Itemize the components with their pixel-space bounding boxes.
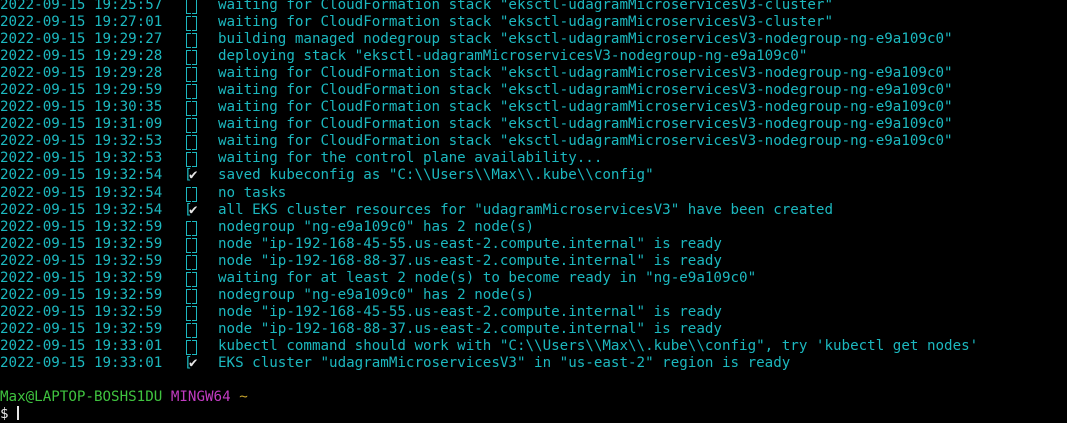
log-timestamp: 2022-09-15 19:32:59 [0, 235, 163, 252]
log-message: nodegroup "ng-e9a109c0" has 2 node(s) [218, 286, 535, 303]
log-timestamp: 2022-09-15 19:32:59 [0, 269, 163, 286]
log-message: waiting for at least 2 node(s) to become… [218, 269, 757, 286]
log-line: 2022-09-15 19:33:01 ✔ EKS cluster "udagram… [0, 355, 1067, 372]
info-icon [184, 322, 202, 338]
info-icon [184, 339, 202, 355]
log-timestamp: 2022-09-15 19:32:59 [0, 303, 163, 320]
log-timestamp: 2022-09-15 19:31:09 [0, 116, 163, 133]
terminal-window[interactable]: 2022-09-15 19:25:57 waiting for CloudForm… [0, 0, 1067, 423]
log-message: waiting for CloudFormation stack "eksctl… [218, 99, 953, 116]
log-message: no tasks [218, 184, 287, 201]
log-message: node "ip-192-168-45-55.us-east-2.compute… [218, 303, 722, 320]
log-line: 2022-09-15 19:32:59 nodegroup "ng-e9a109c… [0, 219, 1067, 236]
log-message: node "ip-192-168-45-55.us-east-2.compute… [218, 235, 722, 252]
log-timestamp: 2022-09-15 19:32:53 [0, 150, 163, 167]
prompt-user-host: Max@LAPTOP-BOSHS1DU [0, 389, 163, 406]
log-message: waiting for CloudFormation stack "eksctl… [218, 14, 833, 31]
log-timestamp: 2022-09-15 19:29:28 [0, 48, 163, 65]
log-timestamp: 2022-09-15 19:32:59 [0, 252, 163, 269]
log-timestamp: 2022-09-15 19:29:27 [0, 31, 163, 48]
info-icon [184, 305, 202, 321]
prompt-header: Max@LAPTOP-BOSHS1DU MINGW64 ~ [0, 389, 1067, 406]
info-icon [184, 16, 202, 32]
log-line: 2022-09-15 19:32:59 node "ip-192-168-45-5… [0, 304, 1067, 321]
prompt-system: MINGW64 [170, 389, 231, 406]
info-icon [184, 50, 202, 66]
log-message: waiting for the control plane availabili… [218, 150, 603, 167]
log-message: node "ip-192-168-88-37.us-east-2.compute… [218, 320, 722, 337]
log-timestamp: 2022-09-15 19:32:54 [0, 201, 163, 218]
log-line: 2022-09-15 19:32:59 node "ip-192-168-45-5… [0, 236, 1067, 253]
terminal-output: 2022-09-15 19:25:57 waiting for CloudForm… [0, 0, 1067, 372]
info-icon [184, 67, 202, 83]
log-timestamp: 2022-09-15 19:32:59 [0, 286, 163, 303]
text-cursor [16, 406, 19, 421]
info-icon [184, 84, 202, 100]
info-icon [184, 254, 202, 270]
log-message: all EKS cluster resources for "udagramMi… [218, 201, 833, 218]
log-message: node "ip-192-168-88-37.us-east-2.compute… [218, 252, 722, 269]
log-message: waiting for CloudFormation stack "eksctl… [218, 82, 953, 99]
log-timestamp: 2022-09-15 19:32:54 [0, 167, 163, 184]
log-line: 2022-09-15 19:29:27 building managed node… [0, 31, 1067, 49]
log-timestamp: 2022-09-15 19:32:59 [0, 320, 163, 337]
log-message: nodegroup "ng-e9a109c0" has 2 node(s) [218, 218, 535, 235]
prompt-symbol: $ [0, 406, 9, 423]
log-message: deploying stack "eksctl-udagramMicroserv… [218, 48, 808, 65]
log-line: 2022-09-15 19:30:35 waiting for CloudForm… [0, 99, 1067, 117]
info-icon [184, 220, 202, 236]
log-message: saved kubeconfig as "C:\\Users\\Max\\.ku… [218, 167, 654, 184]
prompt-input-line[interactable]: $ [0, 406, 1067, 423]
info-icon [184, 0, 202, 14]
check-icon: ✔ [184, 167, 202, 184]
log-line: 2022-09-15 19:29:28 waiting for CloudForm… [0, 65, 1067, 83]
log-line: 2022-09-15 19:32:59 nodegroup "ng-e9a109c… [0, 287, 1067, 304]
log-timestamp: 2022-09-15 19:32:54 [0, 184, 163, 201]
log-message: building managed nodegroup stack "eksctl… [218, 31, 953, 48]
log-line: 2022-09-15 19:32:54 no tasks [0, 185, 1067, 202]
log-line: 2022-09-15 19:32:53 waiting for CloudForm… [0, 133, 1067, 151]
log-timestamp: 2022-09-15 19:25:57 [0, 0, 163, 13]
log-line: 2022-09-15 19:33:01 kubectl command shoul… [0, 338, 1067, 355]
log-message: waiting for CloudFormation stack "eksctl… [218, 65, 953, 82]
log-line: 2022-09-15 19:31:09 waiting for CloudForm… [0, 116, 1067, 134]
log-timestamp: 2022-09-15 19:29:59 [0, 82, 163, 99]
info-icon [184, 135, 202, 151]
log-line: 2022-09-15 19:32:59 waiting for at least … [0, 270, 1067, 287]
log-line: 2022-09-15 19:32:54 ✔ saved kubeconfig as … [0, 167, 1067, 184]
info-icon [184, 152, 202, 168]
prompt-cwd: ~ [239, 389, 248, 406]
log-timestamp: 2022-09-15 19:32:53 [0, 133, 163, 150]
log-timestamp: 2022-09-15 19:32:59 [0, 218, 163, 235]
log-timestamp: 2022-09-15 19:30:35 [0, 99, 163, 116]
log-line: 2022-09-15 19:29:28 deploying stack "eksc… [0, 48, 1067, 66]
check-icon: ✔ [184, 202, 202, 219]
log-line: 2022-09-15 19:27:01 waiting for CloudForm… [0, 14, 1067, 32]
check-icon: ✔ [184, 355, 202, 372]
log-line: 2022-09-15 19:29:59 waiting for CloudForm… [0, 82, 1067, 100]
log-line: 2022-09-15 19:32:53 waiting for the contr… [0, 150, 1067, 168]
log-message: waiting for CloudFormation stack "eksctl… [218, 116, 953, 133]
info-icon [184, 288, 202, 304]
info-icon [184, 101, 202, 117]
log-message: kubectl command should work with "C:\\Us… [218, 337, 979, 354]
log-message: waiting for CloudFormation stack "eksctl… [218, 133, 953, 150]
log-message: waiting for CloudFormation stack "eksctl… [218, 0, 833, 13]
info-icon [184, 271, 202, 287]
info-icon [184, 118, 202, 134]
log-timestamp: 2022-09-15 19:29:28 [0, 65, 163, 82]
log-line: 2022-09-15 19:32:54 ✔ all EKS cluster reso… [0, 202, 1067, 219]
log-timestamp: 2022-09-15 19:33:01 [0, 337, 163, 354]
info-icon [184, 186, 202, 202]
info-icon [184, 237, 202, 253]
log-timestamp: 2022-09-15 19:33:01 [0, 354, 163, 371]
info-icon [184, 33, 202, 49]
log-timestamp: 2022-09-15 19:27:01 [0, 14, 163, 31]
log-message: EKS cluster "udagramMicroservicesV3" in … [218, 354, 791, 371]
log-line: 2022-09-15 19:25:57 waiting for CloudForm… [0, 0, 1067, 14]
log-line: 2022-09-15 19:32:59 node "ip-192-168-88-3… [0, 253, 1067, 270]
log-line: 2022-09-15 19:32:59 node "ip-192-168-88-3… [0, 321, 1067, 338]
